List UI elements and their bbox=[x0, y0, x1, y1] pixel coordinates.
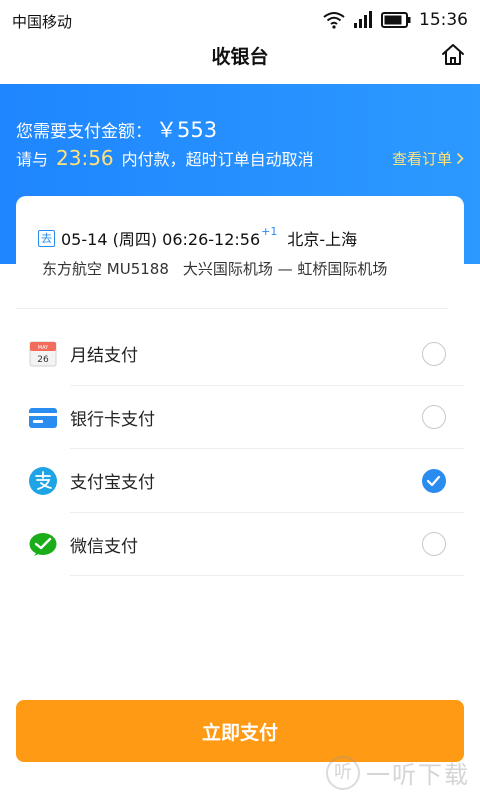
calendar-icon: MAY 26 bbox=[29, 341, 57, 367]
airports: 大兴国际机场 — 虹桥国际机场 bbox=[182, 260, 388, 278]
carrier-name: 中国移动 bbox=[12, 13, 73, 31]
payment-option-wechat[interactable]: 微信支付 bbox=[16, 513, 464, 576]
view-order-label: 查看订单 bbox=[391, 150, 452, 168]
payment-option-label: 月结支付 bbox=[70, 346, 138, 367]
radio-checked[interactable] bbox=[422, 468, 446, 493]
payment-option-label: 银行卡支付 bbox=[70, 409, 155, 430]
flight-route: 北京-上海 bbox=[287, 230, 358, 249]
status-icons: 15:36 bbox=[323, 9, 468, 31]
flight-detail: 东方航空 MU5188 大兴国际机场 — 虹桥国际机场 bbox=[42, 258, 401, 279]
radio-unchecked[interactable] bbox=[422, 405, 446, 430]
divider bbox=[70, 575, 464, 576]
payment-option-monthly[interactable]: MAY 26 月结支付 bbox=[16, 322, 464, 386]
payment-option-label: 微信支付 bbox=[70, 536, 138, 557]
payment-option-bank-card[interactable]: 银行卡支付 bbox=[16, 386, 464, 449]
direction-tag: 去 bbox=[38, 229, 55, 247]
signal-icon bbox=[354, 11, 372, 28]
check-icon bbox=[426, 475, 441, 486]
chevron-right-icon bbox=[456, 152, 464, 165]
deadline-prefix: 请与 bbox=[16, 150, 49, 169]
next-day-badge: +1 bbox=[261, 224, 278, 238]
payment-method-list: MAY 26 月结支付 银行卡支付 支付宝支付 微信支付 bbox=[16, 322, 464, 576]
nav-bar: 收银台 bbox=[0, 40, 480, 84]
flight-datetime: 05-14 (周四) 06:26-12:56 bbox=[61, 230, 261, 249]
status-bar: 中国移动 15:36 bbox=[0, 0, 480, 40]
deadline-suffix: 内付款，超时订单自动取消 bbox=[121, 150, 314, 169]
radio-unchecked[interactable] bbox=[422, 532, 446, 557]
calendar-icon-day: 26 bbox=[37, 355, 49, 365]
amount-label: 您需要支付金额： bbox=[16, 122, 152, 142]
alipay-icon bbox=[29, 467, 57, 495]
amount-value: ￥553 bbox=[156, 118, 218, 142]
airline-flight-number: 东方航空 MU5188 bbox=[42, 260, 169, 278]
bank-card-icon bbox=[29, 407, 57, 428]
amount-row: 您需要支付金额： ￥553 bbox=[16, 114, 217, 144]
battery-icon bbox=[381, 12, 411, 28]
pay-now-button[interactable]: 立即支付 bbox=[16, 700, 464, 762]
watermark: 听 一听下载 bbox=[326, 755, 470, 790]
home-icon[interactable] bbox=[440, 42, 466, 68]
view-order-link[interactable]: 查看订单 bbox=[392, 148, 464, 169]
divider bbox=[16, 308, 448, 309]
page-title: 收银台 bbox=[211, 46, 269, 68]
payment-option-alipay[interactable]: 支付宝支付 bbox=[16, 449, 464, 513]
watermark-logo: 听 bbox=[326, 755, 360, 790]
payment-option-label: 支付宝支付 bbox=[70, 473, 155, 494]
deadline-countdown: 23:56 bbox=[56, 146, 114, 170]
clock: 15:36 bbox=[419, 10, 468, 30]
calendar-icon-month: MAY bbox=[38, 345, 49, 351]
wechat-icon bbox=[29, 532, 57, 556]
watermark-text: 一听下载 bbox=[366, 761, 470, 789]
wifi-icon bbox=[323, 12, 345, 29]
flight-summary: 去 05-14 (周四) 06:26-12:56 +1 北京-上海 bbox=[38, 224, 358, 250]
radio-unchecked[interactable] bbox=[422, 341, 446, 366]
deadline-row: 请与 23:56 内付款，超时订单自动取消 bbox=[16, 146, 314, 170]
